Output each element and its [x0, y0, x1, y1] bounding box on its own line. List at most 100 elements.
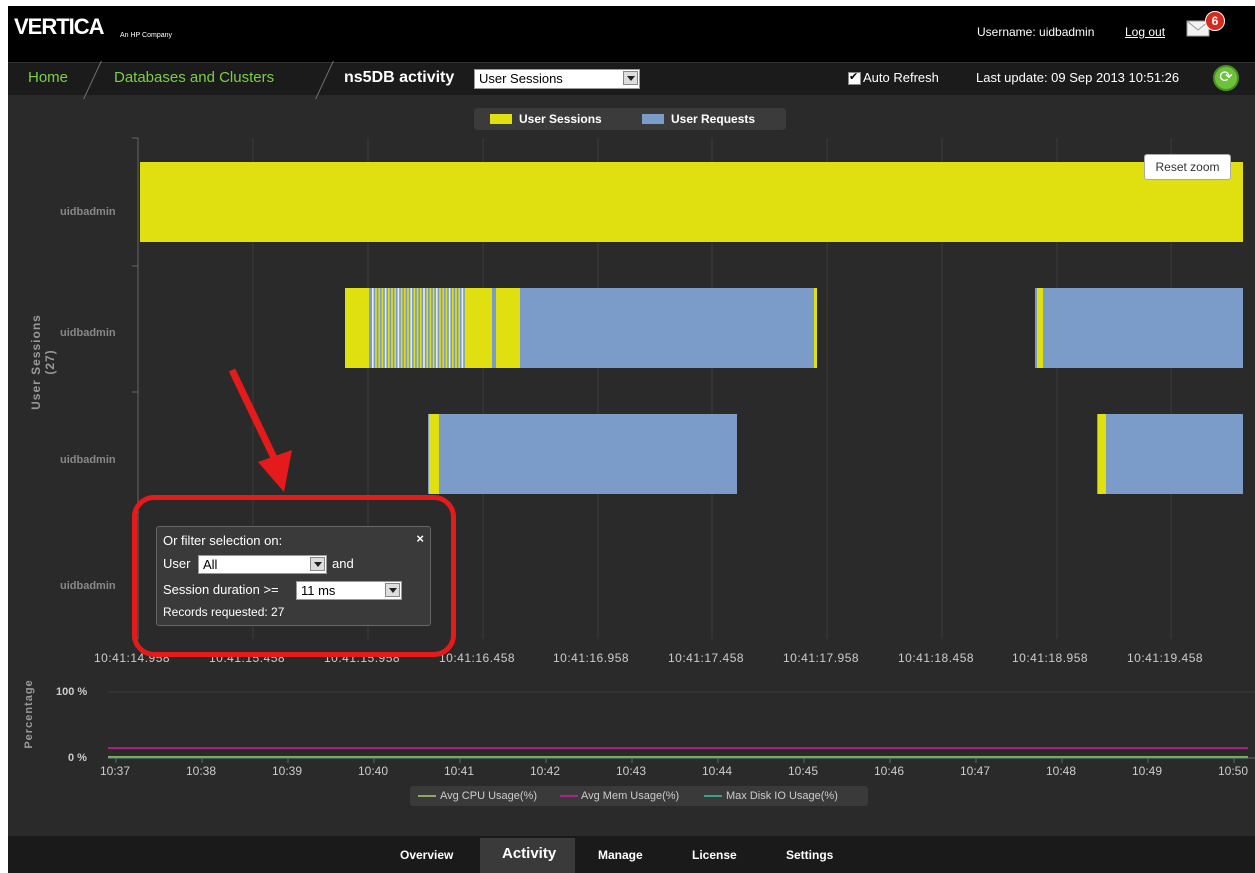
x-tick-label: 10:42: [530, 764, 561, 778]
request-stripe: [416, 288, 419, 368]
nav-bar: Home Databases and Clusters ns5DB activi…: [8, 61, 1255, 99]
legend-swatch-mem: [560, 795, 578, 797]
page-title: ns5DB activity: [344, 69, 455, 86]
username-label: Username: uidbadmin: [977, 25, 1095, 39]
tab-license[interactable]: License: [692, 848, 737, 862]
y-axis-label: User Sessions (27): [29, 314, 57, 410]
legend-label-cpu[interactable]: Avg CPU Usage(%): [440, 790, 537, 802]
x-tick-label: 10:49: [1132, 764, 1163, 778]
row-label: uidbadmin: [60, 327, 116, 339]
request-stripe: [391, 288, 393, 368]
legend-label-requests[interactable]: User Requests: [671, 112, 755, 126]
bottom-tab-bar: Overview Activity Manage License Setting…: [8, 836, 1255, 873]
tab-manage[interactable]: Manage: [598, 848, 643, 862]
request-stripe: [378, 288, 380, 368]
request-stripe: [407, 288, 409, 368]
request-stripe: [439, 288, 441, 368]
tab-activity[interactable]: Activity: [502, 845, 556, 862]
y-tick-label: 100 %: [56, 686, 88, 698]
request-stripe: [400, 288, 403, 368]
row-label: uidbadmin: [60, 454, 116, 466]
request-stripe: [445, 288, 448, 368]
tab-overview[interactable]: Overview: [400, 848, 453, 862]
request-stripe: [375, 288, 377, 368]
x-tick-label: 10:50: [1218, 764, 1249, 778]
x-tick-label: 10:43: [616, 764, 647, 778]
x-tick-label: 10:48: [1046, 764, 1077, 778]
request-stripe: [458, 288, 460, 368]
session-edge: [429, 414, 439, 494]
session-bar: [140, 162, 1243, 242]
x-tick-label: 10:39: [272, 764, 303, 778]
reset-zoom-button[interactable]: Reset zoom: [1144, 154, 1231, 180]
session-bar: [496, 288, 520, 368]
resource-usage-chart: Percentage 100 % 0 % 10:37 10:38 10:39 1…: [8, 674, 1255, 824]
session-bar: [466, 288, 492, 368]
legend-swatch-cpu: [418, 795, 436, 797]
request-stripe: [388, 288, 390, 368]
top-bar: VERTICA An HP Company Username: uidbadmi…: [8, 6, 1255, 62]
session-bar: [345, 288, 369, 368]
x-tick-label: 10:41:16.958: [553, 651, 630, 665]
app-window: VERTICA An HP Company Username: uidbadmi…: [8, 6, 1255, 873]
breadcrumb-databases[interactable]: Databases and Clusters: [114, 69, 274, 86]
logout-link[interactable]: Log out: [1125, 25, 1165, 39]
request-stripe: [381, 288, 384, 368]
x-tick-label: 10:41:17.458: [668, 651, 745, 665]
request-stripe: [420, 288, 422, 368]
legend-label-sessions[interactable]: User Sessions: [519, 112, 602, 126]
request-stripe: [410, 288, 412, 368]
x-tick-label: 10:41:16.458: [439, 651, 516, 665]
request-stripe: [426, 288, 428, 368]
legend-label-mem[interactable]: Avg Mem Usage(%): [581, 790, 679, 802]
row-label: uidbadmin: [60, 206, 116, 218]
request-stripe: [397, 288, 400, 368]
request-stripe: [455, 288, 457, 368]
legend-label-disk[interactable]: Max Disk IO Usage(%): [726, 790, 838, 802]
session-edge: [1037, 288, 1043, 368]
vertica-logo: VERTICA: [14, 14, 105, 39]
resource-usage-canvas[interactable]: [8, 674, 1255, 774]
x-tick-label: 10:44: [702, 764, 733, 778]
x-tick-label: 10:45: [788, 764, 819, 778]
x-tick-label: 10:41:18.958: [1012, 651, 1089, 665]
view-select-value: User Sessions: [479, 71, 563, 86]
x-tick-label: 10:47: [960, 764, 991, 778]
view-select[interactable]: User Sessions: [474, 69, 640, 89]
annotation-highlight: [132, 495, 456, 657]
request-stripe: [461, 288, 464, 368]
request-stripe: [432, 288, 435, 368]
auto-refresh-checkbox[interactable]: [848, 70, 861, 85]
x-tick-label: 10:38: [186, 764, 217, 778]
request-stripe: [394, 288, 396, 368]
request-stripe: [404, 288, 406, 368]
request-stripe: [413, 288, 416, 368]
row-label: uidbadmin: [60, 580, 116, 592]
request-stripe: [436, 288, 438, 368]
refresh-icon[interactable]: ⟳: [1213, 65, 1239, 91]
request-stripe: [423, 288, 425, 368]
session-edge: [1098, 414, 1106, 494]
request-stripe: [429, 288, 432, 368]
request-stripe: [448, 288, 451, 368]
notification-badge[interactable]: 6: [1205, 11, 1225, 31]
session-edge: [814, 288, 817, 368]
chevron-down-icon[interactable]: [623, 71, 638, 85]
request-bar: [345, 288, 817, 368]
x-tick-label: 10:40: [358, 764, 389, 778]
breadcrumb-home[interactable]: Home: [28, 69, 68, 86]
x-tick-label: 10:41:17.958: [783, 651, 860, 665]
x-tick-label: 10:46: [874, 764, 905, 778]
auto-refresh-label: Auto Refresh: [863, 70, 939, 85]
request-stripe: [384, 288, 387, 368]
annotation-arrow: [228, 368, 292, 492]
x-tick-label: 10:37: [100, 764, 131, 778]
lower-y-axis-label: Percentage: [23, 679, 35, 749]
legend-swatch-sessions: [490, 114, 512, 124]
chart-legend: User Sessions User Requests: [474, 108, 786, 130]
y-tick-label: 0 %: [68, 752, 87, 764]
request-stripe: [452, 288, 454, 368]
request-bar: [428, 414, 737, 494]
tab-settings[interactable]: Settings: [786, 848, 833, 862]
last-update-text: Last update: 09 Sep 2013 10:51:26: [976, 70, 1180, 85]
